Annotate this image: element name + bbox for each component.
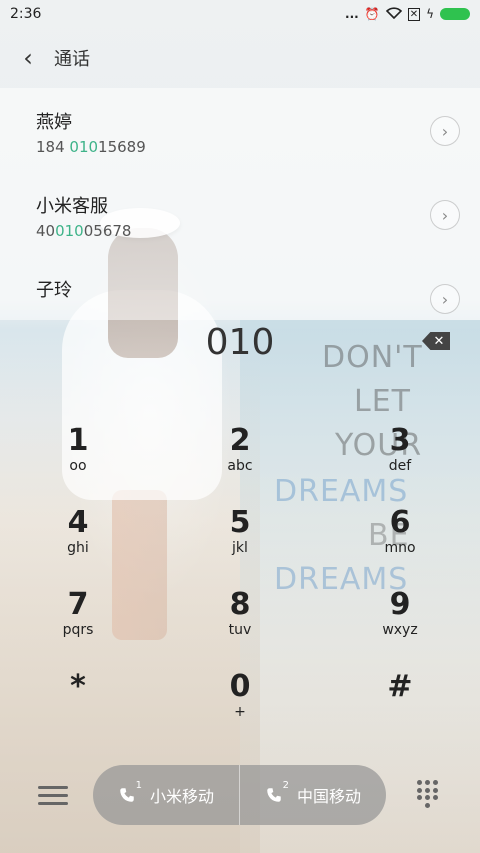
- dialpad-dot: [433, 787, 438, 793]
- status-bar: 2:36 ... ⏰ ✕ ϟ: [0, 0, 480, 28]
- dialpad-dot: [425, 795, 430, 800]
- call-sim2-button[interactable]: 2 中国移动: [239, 765, 386, 825]
- contact-name: 燕婷: [36, 112, 72, 133]
- key-digit: 3: [389, 423, 411, 458]
- key-letters: jkl: [232, 540, 248, 556]
- key-digit: #: [387, 669, 413, 704]
- key-digit: 1: [67, 423, 89, 458]
- wallpaper-figure-legs: [112, 490, 167, 640]
- menu-line: [38, 801, 68, 805]
- sim-off-icon: ✕: [407, 7, 421, 21]
- key-letters: def: [388, 458, 412, 474]
- key-6[interactable]: 6 mno: [360, 506, 440, 582]
- key-digit: 8: [229, 587, 251, 622]
- key-digit: 9: [389, 587, 411, 622]
- key-star[interactable]: *: [38, 670, 118, 746]
- key-3[interactable]: 3 def: [360, 424, 440, 500]
- key-letters: pqrs: [62, 622, 94, 638]
- contact-suggestions-list: 燕婷 184 01015689 › 小米客服 4001005678 › 子玲 ›: [0, 88, 480, 320]
- menu-line: [38, 793, 68, 797]
- key-0[interactable]: 0 +: [200, 670, 280, 746]
- chevron-right-icon[interactable]: ›: [430, 116, 460, 146]
- number-suffix: 05678: [83, 222, 132, 240]
- phone-icon: 1: [118, 780, 142, 804]
- wifi-icon: [385, 6, 402, 22]
- key-5[interactable]: 5 jkl: [200, 506, 280, 582]
- carrier-label: 中国移动: [296, 787, 361, 806]
- dialpad-icon[interactable]: [417, 780, 439, 808]
- key-hash[interactable]: #: [360, 670, 440, 746]
- chevron-right-icon[interactable]: ›: [430, 284, 460, 314]
- number-prefix: 40: [36, 222, 56, 240]
- chevron-left-icon[interactable]: ‹: [18, 44, 38, 72]
- charging-icon: ϟ: [426, 7, 434, 21]
- key-digit: 0: [229, 669, 251, 704]
- key-4[interactable]: 4 ghi: [38, 506, 118, 582]
- dialpad-dot: [425, 787, 430, 793]
- number-suffix: 15689: [98, 138, 146, 156]
- key-digit: 2: [229, 423, 251, 458]
- status-time: 2:36: [10, 6, 42, 22]
- call-buttons: 1 小米移动 2 中国移动: [93, 765, 386, 825]
- menu-icon[interactable]: [38, 780, 68, 810]
- dialpad-dot: [417, 787, 422, 793]
- dialpad-dot: [425, 780, 430, 785]
- dialpad-dot: [417, 795, 422, 800]
- list-item[interactable]: 子玲 ›: [0, 256, 480, 320]
- alarm-icon: ⏰: [364, 7, 380, 21]
- battery-icon: [440, 8, 470, 20]
- chevron-right-icon[interactable]: ›: [430, 200, 460, 230]
- wallpaper-quote-line: DON'T: [322, 340, 423, 375]
- wallpaper-quote-line: LET: [354, 384, 411, 419]
- list-item[interactable]: 小米客服 4001005678 ›: [0, 172, 480, 256]
- number-match: 010: [55, 222, 84, 240]
- contact-name: 子玲: [36, 280, 72, 301]
- key-1[interactable]: 1 oo: [38, 424, 118, 500]
- status-icons: ... ⏰ ✕ ϟ: [345, 6, 470, 22]
- key-letters: ghi: [67, 540, 89, 556]
- sim-slot-number: 2: [282, 780, 289, 791]
- dialpad-dot: [417, 780, 422, 785]
- key-7[interactable]: 7 pqrs: [38, 588, 118, 664]
- key-letters: +: [234, 704, 246, 720]
- more-notifications-icon: ...: [345, 7, 359, 21]
- list-item[interactable]: 燕婷 184 01015689 ›: [0, 88, 480, 172]
- key-2[interactable]: 2 abc: [200, 424, 280, 500]
- menu-line: [38, 785, 68, 789]
- key-letters: mno: [384, 540, 416, 556]
- dialpad-dot: [425, 802, 430, 808]
- number-prefix: 184: [36, 138, 70, 156]
- key-letters: oo: [69, 458, 87, 474]
- page-title: 通话: [54, 49, 90, 70]
- call-sim1-button[interactable]: 1 小米移动: [93, 765, 239, 825]
- key-letters: abc: [227, 458, 253, 474]
- key-letters: tuv: [228, 622, 252, 638]
- carrier-label: 小米移动: [149, 787, 214, 806]
- key-digit: 6: [389, 505, 411, 540]
- dialpad-dot: [433, 795, 438, 800]
- key-digit: 7: [67, 587, 89, 622]
- key-8[interactable]: 8 tuv: [200, 588, 280, 664]
- key-letters: wxyz: [382, 622, 418, 638]
- key-9[interactable]: 9 wxyz: [360, 588, 440, 664]
- key-digit: *: [70, 669, 86, 704]
- dialpad-dot: [433, 780, 438, 785]
- contact-number: 4001005678: [36, 222, 480, 240]
- phone-icon: 2: [265, 780, 289, 804]
- number-match: 010: [69, 138, 99, 156]
- contact-name: 小米客服: [36, 196, 108, 217]
- sim-slot-number: 1: [135, 780, 142, 791]
- header: ‹ 通话: [0, 32, 480, 84]
- key-digit: 4: [67, 505, 89, 540]
- contact-number: 184 01015689: [36, 138, 480, 156]
- key-digit: 5: [229, 505, 251, 540]
